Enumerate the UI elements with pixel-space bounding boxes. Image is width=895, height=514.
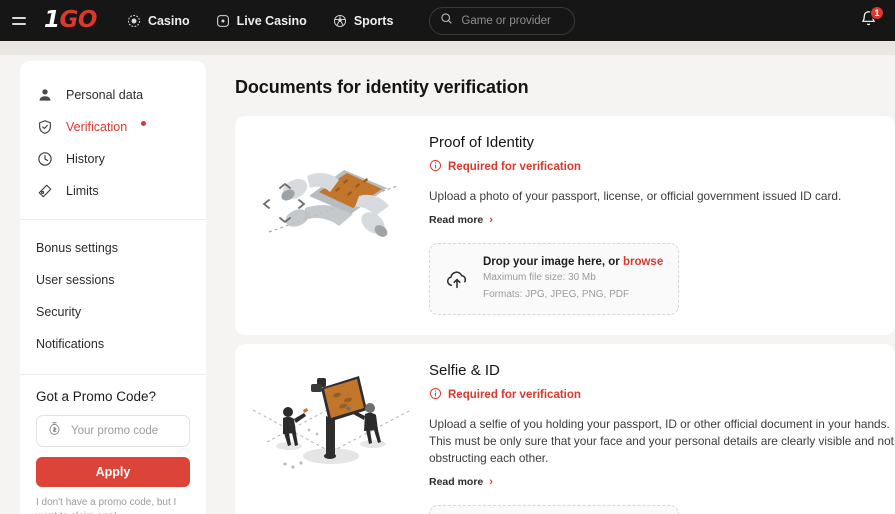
top-header: 1GO Casino Live Casino Sports Game or pr…: [0, 0, 895, 41]
notification-count-badge: 1: [870, 5, 884, 20]
page-title: Documents for identity verification: [235, 77, 529, 97]
required-label-selfie-and-id: Required for verification: [448, 389, 581, 402]
card-body-proof-of-identity: Proof of Identity Required for verificat…: [429, 134, 895, 316]
chevron-right-icon: ›: [489, 214, 493, 227]
search-icon: [440, 12, 453, 30]
dropzone-main-text: Drop your image here, or browse: [483, 256, 663, 268]
document-card-selfie-and-id: Selfie & ID Required for verification Up…: [235, 344, 895, 514]
required-status-proof-of-identity: Required for verification: [429, 159, 895, 175]
sidebar-item-personal-data[interactable]: Personal data: [20, 79, 206, 111]
card-title-proof-of-identity: Proof of Identity: [429, 134, 535, 151]
nav-label-sports: Sports: [353, 13, 394, 28]
user-icon: [36, 87, 54, 103]
apply-promo-button[interactable]: Apply: [36, 457, 190, 487]
dropzone-selfie-and-id[interactable]: Drop your image here, or browse Maximum …: [429, 505, 679, 514]
hands-holding-id-card-illustration: [235, 134, 429, 265]
cloud-upload-icon: [444, 267, 470, 291]
info-circle-icon: [429, 387, 442, 403]
sidebar-item-bonus-settings[interactable]: Bonus settings: [20, 232, 206, 264]
card-body-selfie-and-id: Selfie & ID Required for verification Up…: [429, 362, 895, 514]
search-placeholder: Game or provider: [461, 14, 551, 27]
dropzone-max-size: Maximum file size: 30 Mb: [483, 272, 596, 284]
sidebar-label-history: History: [66, 152, 105, 166]
sidebar-item-history[interactable]: History: [20, 143, 206, 175]
document-card-proof-of-identity: Proof of Identity Required for verificat…: [235, 116, 895, 336]
nav-label-casino: Casino: [147, 13, 190, 28]
required-status-selfie-and-id: Required for verification: [429, 387, 895, 403]
live-casino-icon: [216, 14, 230, 28]
read-more-label: Read more: [429, 476, 484, 489]
promo-code-input[interactable]: Your promo code: [36, 415, 190, 447]
dropzone-text-proof-of-identity: Drop your image here, or browse Maximum …: [483, 256, 663, 302]
dropzone-prompt: Drop your image here, or: [483, 256, 623, 269]
browse-link[interactable]: browse: [623, 256, 663, 268]
card-description-selfie-and-id: Upload a selfie of you holding your pass…: [429, 417, 894, 466]
notifications-button[interactable]: 1: [855, 5, 884, 34]
read-more-selfie-and-id[interactable]: Read more ›: [429, 476, 493, 488]
logo-part-go: GO: [59, 7, 98, 33]
site-logo[interactable]: 1GO: [44, 9, 97, 32]
dropzone-proof-of-identity[interactable]: Drop your image here, or browse Maximum …: [429, 243, 679, 316]
sidebar-item-security[interactable]: Security: [20, 296, 206, 328]
money-bag-icon: [47, 421, 62, 441]
sidebar-item-notifications[interactable]: Notifications: [20, 328, 206, 360]
promo-code-title: Got a Promo Code?: [36, 389, 157, 404]
casino-chip-icon: [127, 14, 141, 28]
card-description-proof-of-identity: Upload a photo of your passport, license…: [429, 189, 842, 203]
sidebar-secondary-group: Bonus settings User sessions Security No…: [20, 220, 206, 374]
sidebar-item-user-sessions[interactable]: User sessions: [20, 264, 206, 296]
sidebar-nav-group: Personal data Verification History Limit…: [20, 73, 206, 219]
required-label-proof-of-identity: Required for verification: [448, 161, 581, 173]
two-people-with-screen-illustration: [235, 362, 429, 493]
account-sidebar: Personal data Verification History Limit…: [20, 61, 206, 514]
promo-code-note: I don't have a promo code, but I want to…: [36, 497, 177, 514]
chevron-right-icon: ›: [489, 476, 493, 489]
nav-item-casino[interactable]: Casino: [127, 14, 190, 28]
sidebar-item-verification[interactable]: Verification: [20, 111, 206, 143]
nav-item-live-casino[interactable]: Live Casino: [216, 14, 307, 28]
verification-alert-dot: [141, 121, 147, 126]
page-body: Personal data Verification History Limit…: [0, 55, 895, 514]
promo-code-placeholder: Your promo code: [71, 425, 159, 437]
sidebar-label-verification: Verification: [66, 120, 128, 134]
main-content: Documents for identity verification Proo…: [206, 55, 895, 514]
nav-item-sports[interactable]: Sports: [333, 13, 394, 28]
header-accent-strip: [0, 41, 895, 55]
nav-label-live-casino: Live Casino: [236, 13, 307, 28]
clock-icon: [36, 151, 54, 167]
sidebar-item-limits[interactable]: Limits: [20, 175, 206, 207]
ticket-icon: [36, 183, 54, 199]
sidebar-label-limits: Limits: [66, 184, 99, 198]
read-more-proof-of-identity[interactable]: Read more ›: [429, 214, 493, 226]
hamburger-menu-icon[interactable]: [12, 12, 30, 30]
sidebar-label-personal-data: Personal data: [66, 88, 144, 102]
card-title-selfie-and-id: Selfie & ID: [429, 362, 500, 380]
promo-code-section: Got a Promo Code? Your promo code Apply …: [20, 375, 206, 514]
read-more-label: Read more: [429, 214, 484, 227]
shield-check-icon: [36, 119, 54, 135]
logo-part-one: 1: [44, 7, 60, 33]
search-input[interactable]: Game or provider: [429, 6, 576, 35]
info-circle-icon: [429, 159, 442, 175]
dropzone-formats: Formats: JPG, JPEG, PNG, PDF: [483, 289, 630, 301]
soccer-ball-icon: [333, 14, 347, 28]
